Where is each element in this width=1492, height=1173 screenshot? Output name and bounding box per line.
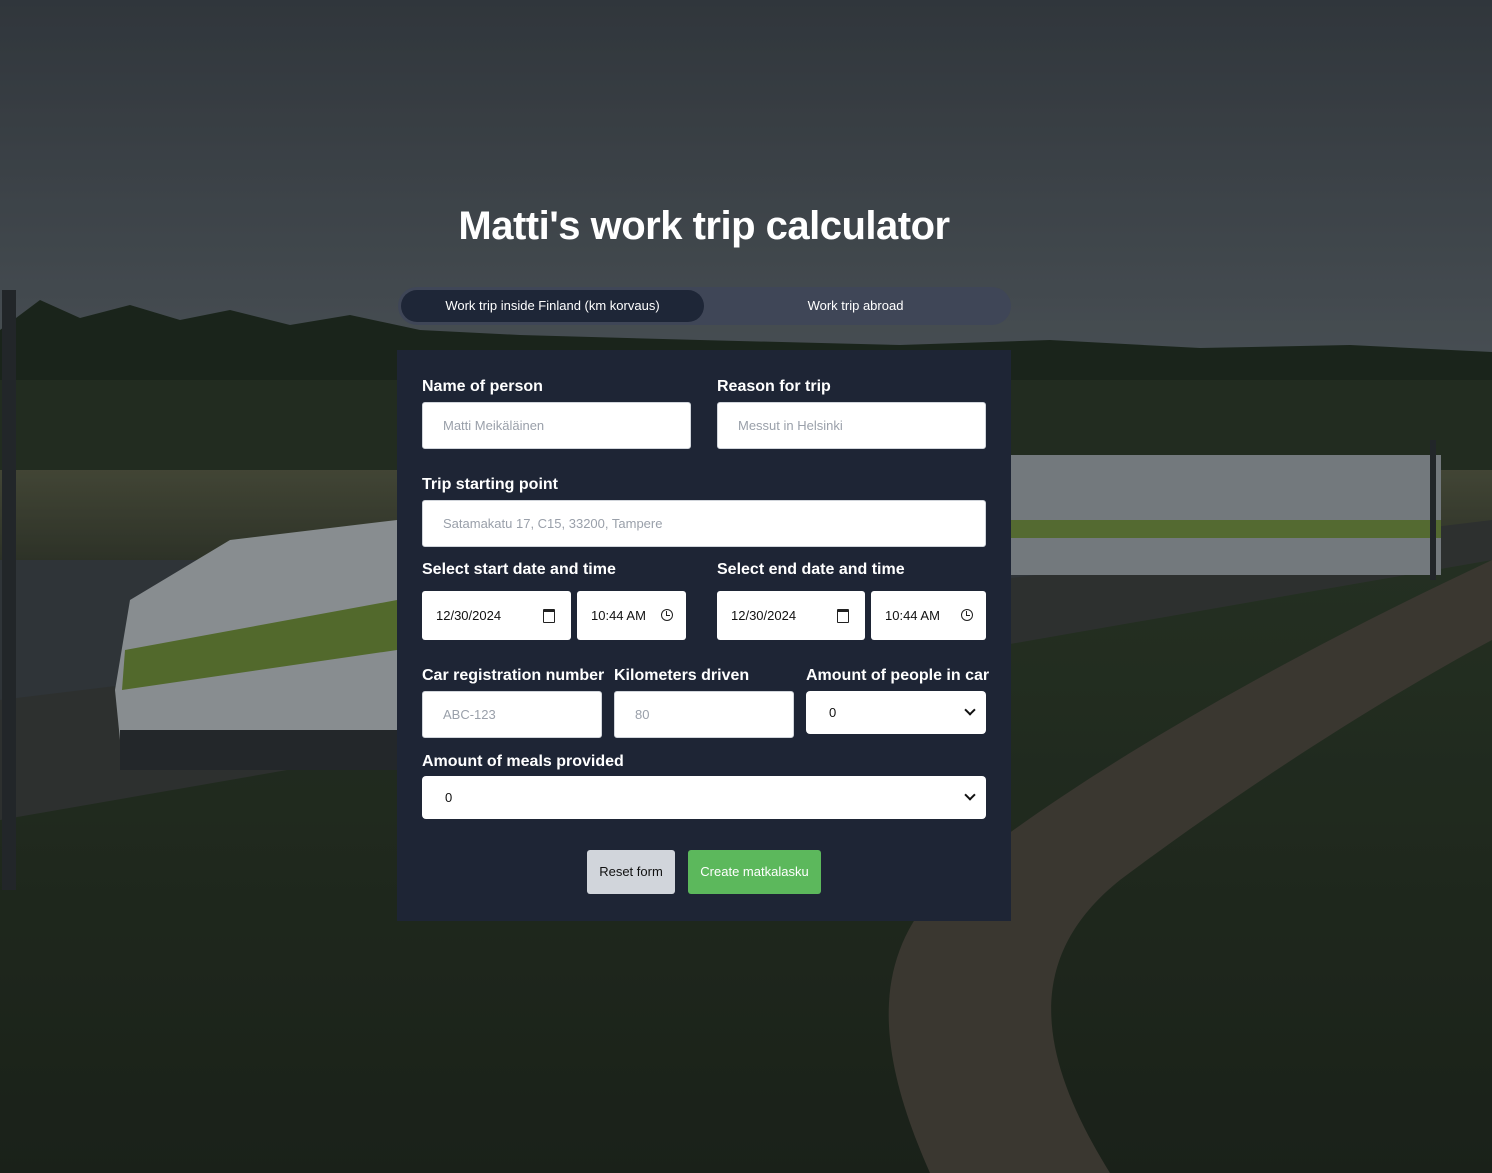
end-time-input[interactable]: 10:44 AM <box>871 591 986 640</box>
start-date-input[interactable]: 12/30/2024 <box>422 591 571 640</box>
page-title: Matti's work trip calculator <box>458 204 950 248</box>
people-select[interactable]: 0 <box>806 691 986 734</box>
reset-button[interactable]: Reset form <box>587 850 675 894</box>
start-time-value: 10:44 AM <box>591 608 646 623</box>
meals-select-value: 0 <box>445 790 453 805</box>
chevron-down-icon <box>964 704 976 716</box>
clock-icon[interactable] <box>661 609 673 621</box>
end-datetime-label: Select end date and time <box>717 561 905 578</box>
calendar-icon[interactable] <box>543 609 555 623</box>
car-reg-input[interactable]: ABC-123 <box>422 691 602 738</box>
chevron-down-icon <box>964 789 976 801</box>
start-time-input[interactable]: 10:44 AM <box>577 591 686 640</box>
name-input[interactable]: Matti Meikäläinen <box>422 402 691 449</box>
end-date-value: 12/30/2024 <box>731 608 797 623</box>
reason-label: Reason for trip <box>717 378 831 395</box>
trip-type-tabs: Work trip inside Finland (km korvaus) Wo… <box>398 287 1011 325</box>
create-button[interactable]: Create matkalasku <box>688 850 821 894</box>
trip-form: Name of person Matti Meikäläinen Reason … <box>397 350 1011 921</box>
km-label: Kilometers driven <box>614 667 750 684</box>
meals-label: Amount of meals provided <box>422 753 624 770</box>
name-label: Name of person <box>422 378 543 395</box>
clock-icon[interactable] <box>961 609 973 621</box>
people-select-value: 0 <box>829 705 837 720</box>
end-time-value: 10:44 AM <box>885 608 940 623</box>
reason-input[interactable]: Messut in Helsinki <box>717 402 986 449</box>
start-datetime-label: Select start date and time <box>422 561 616 578</box>
end-date-input[interactable]: 12/30/2024 <box>717 591 865 640</box>
start-point-label: Trip starting point <box>422 476 558 493</box>
people-label: Amount of people in car <box>806 667 990 684</box>
start-point-input[interactable]: Satamakatu 17, C15, 33200, Tampere <box>422 500 986 547</box>
tab-abroad[interactable]: Work trip abroad <box>704 290 1007 322</box>
km-input[interactable]: 80 <box>614 691 794 738</box>
start-date-value: 12/30/2024 <box>436 608 502 623</box>
car-reg-label: Car registration number <box>422 667 605 684</box>
calendar-icon[interactable] <box>837 609 849 623</box>
tab-inside-finland[interactable]: Work trip inside Finland (km korvaus) <box>401 290 704 322</box>
meals-select[interactable]: 0 <box>422 776 986 819</box>
